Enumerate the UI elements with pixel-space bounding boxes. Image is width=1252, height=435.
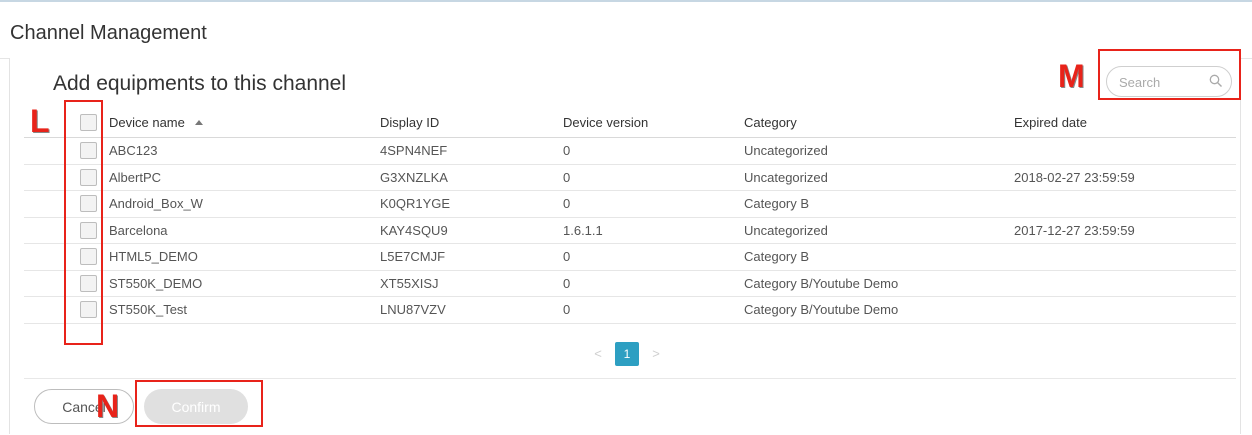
device-name-cell: ABC123 [109,143,158,159]
column-expired-date: Expired date [1014,114,1087,130]
dialog-subtitle: Add equipments to this channel [53,72,347,95]
pagination: < 1 > [590,341,664,366]
footer-divider [24,378,1236,379]
category-cell: Category B/Youtube Demo [744,302,899,318]
next-page-button[interactable]: > [648,346,664,361]
channel-management-page: Channel Management Add equipments to thi… [0,0,1252,435]
device-version-cell: 0 [563,275,571,291]
table-row[interactable]: Barcelona KAY4SQU9 1.6.1.1 Uncategorized 201… [24,218,1236,244]
device-name-cell: Android_Box_W [109,196,203,212]
device-name-cell: ST550K_DEMO [109,275,203,291]
column-device-name[interactable]: Device name [109,107,203,137]
device-version-cell: 0 [563,196,571,212]
display-id-cell: LNU87VZV [380,302,446,318]
category-cell: Category B/Youtube Demo [744,275,899,291]
table-row[interactable]: ABC123 4SPN4NEF 0 Uncategorized [24,138,1236,165]
column-display-id: Display ID [380,114,440,130]
prev-page-button[interactable]: < [590,346,606,361]
expired-date-cell: 2018-02-27 23:59:59 [1014,169,1135,185]
column-device-name-label: Device name [109,114,185,130]
page-1-button[interactable]: 1 [615,341,639,366]
table-body: ABC123 4SPN4NEF 0 Uncategorized AlbertPC G3XN… [24,138,1236,324]
annotation-box-search [1098,49,1241,100]
device-version-cell: 0 [563,302,571,318]
annotation-label-l: L [30,103,50,139]
device-name-cell: HTML5_DEMO [109,249,198,265]
category-cell: Uncategorized [744,222,828,238]
column-device-version: Device version [563,114,649,130]
table-row[interactable]: Android_Box_W K0QR1YGE 0 Category B [24,191,1236,218]
display-id-cell: L5E7CMJF [380,249,446,265]
display-id-cell: XT55XISJ [380,275,439,291]
page-title: Channel Management [10,22,207,44]
column-category: Category [744,114,797,130]
device-version-cell: 0 [563,249,571,265]
annotation-box-checkbox-column [64,100,103,345]
annotation-box-confirm [135,380,263,427]
category-cell: Category B [744,196,810,212]
category-cell: Category B [744,249,810,265]
expired-date-cell: 2017-12-27 23:59:59 [1014,222,1135,238]
device-version-cell: 0 [563,143,571,159]
annotation-label-n: N [96,388,120,424]
table-row[interactable]: AlbertPC G3XNZLKA 0 Uncategorized 2018-02-27… [24,165,1236,191]
device-name-cell: ST550K_Test [109,302,188,318]
display-id-cell: 4SPN4NEF [380,143,448,159]
device-name-cell: Barcelona [109,222,168,238]
table-row[interactable]: HTML5_DEMO L5E7CMJF 0 Category B [24,244,1236,271]
device-table: Device name Display ID Device version Ca… [24,107,1236,324]
annotation-label-m: M [1058,58,1085,94]
device-version-cell: 1.6.1.1 [563,222,603,238]
table-row[interactable]: ST550K_Test LNU87VZV 0 Category B/Youtube D… [24,297,1236,324]
category-cell: Uncategorized [744,169,828,185]
display-id-cell: G3XNZLKA [380,169,448,185]
table-header: Device name Display ID Device version Ca… [24,107,1236,138]
display-id-cell: KAY4SQU9 [380,222,448,238]
display-id-cell: K0QR1YGE [380,196,451,212]
category-cell: Uncategorized [744,143,828,159]
device-version-cell: 0 [563,169,571,185]
device-name-cell: AlbertPC [109,169,162,185]
sort-ascending-icon[interactable] [194,119,203,125]
table-row[interactable]: ST550K_DEMO XT55XISJ 0 Category B/Youtube D… [24,271,1236,297]
